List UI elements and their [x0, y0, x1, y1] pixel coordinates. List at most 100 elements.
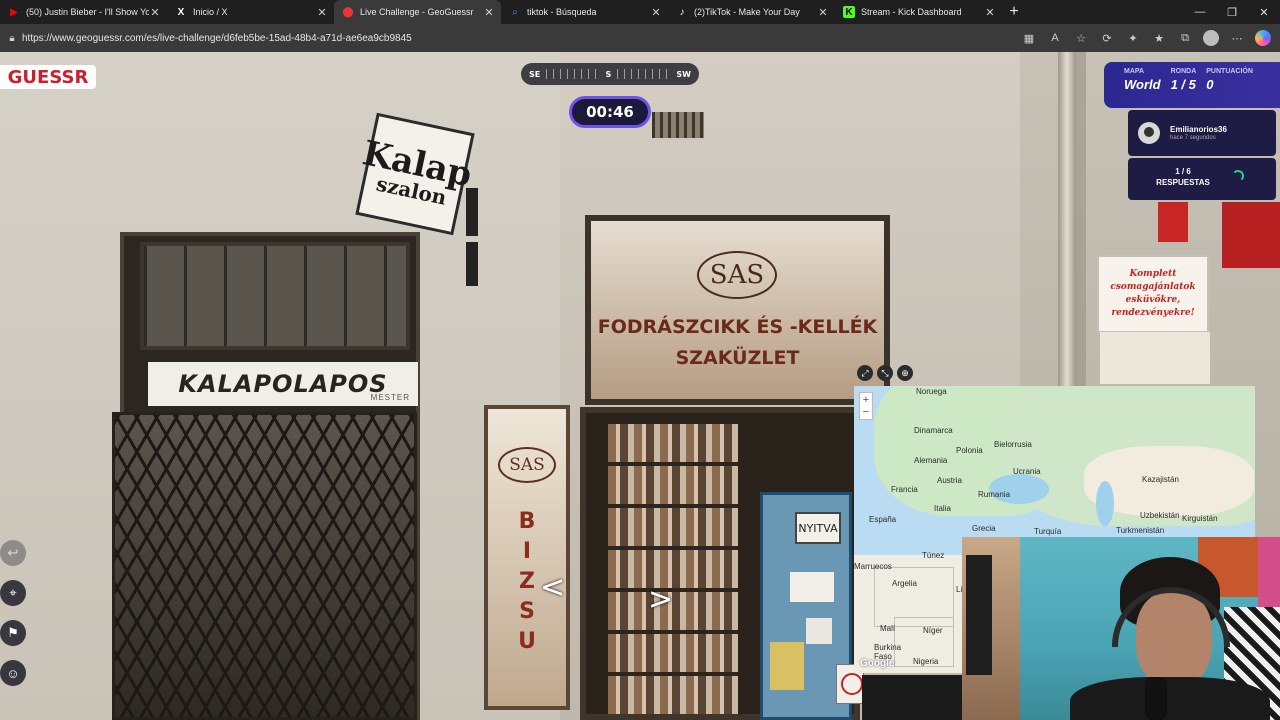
zoom-out-icon[interactable]: −	[863, 406, 869, 418]
compass-center: S	[605, 69, 612, 79]
tab-geoguessr[interactable]: ⬤ Live Challenge - GeoGuessr ✕	[334, 0, 501, 24]
hud-score-label: PUNTUACIÓN	[1206, 68, 1253, 75]
poster-photo	[1100, 332, 1210, 384]
red-sign	[1158, 202, 1188, 242]
copilot-icon[interactable]	[1255, 30, 1271, 46]
hud-round: RONDA 1 / 5	[1171, 68, 1197, 108]
tab-kick[interactable]: K Stream - Kick Dashboard ✕	[835, 0, 1002, 24]
red-sign	[1222, 202, 1280, 268]
map-label: Polonia	[956, 446, 983, 455]
map-zoom-control[interactable]: + −	[859, 392, 873, 420]
address-bar-actions: ▦ A ☆ ⟳ ✦ ★ ⧉ ⋯	[1018, 28, 1274, 48]
move-left-arrow-icon[interactable]: <	[540, 570, 565, 605]
map-label: Nigeria	[913, 657, 939, 666]
compass-ticks	[546, 69, 600, 79]
map-label: España	[869, 515, 897, 524]
shrink-map-icon[interactable]: ⤡	[877, 365, 893, 381]
close-icon[interactable]: ✕	[316, 6, 328, 19]
read-aloud-icon[interactable]: A	[1044, 28, 1066, 48]
sas-sign-line2: SZAKÜZLET	[675, 347, 800, 369]
undo-move-icon[interactable]: ↩	[0, 540, 26, 566]
sign-bracket	[466, 242, 478, 286]
hud-map: MAPA World	[1124, 68, 1161, 108]
tab-youtube[interactable]: ▶ (50) Justin Bieber - I'll Show You ✕	[0, 0, 167, 24]
wall-vent	[652, 112, 704, 138]
kalapos-text: KALAPOLAPOS	[178, 370, 388, 398]
site-info-icon[interactable]: 🔒︎	[2, 33, 22, 44]
map-label: Túnez	[922, 551, 945, 560]
sign-bracket	[466, 188, 478, 236]
zoom-in-icon[interactable]: +	[863, 394, 869, 406]
bizsu-logo: SAS	[498, 447, 556, 483]
profile-avatar[interactable]	[1203, 30, 1219, 46]
close-window-icon[interactable]: ✕	[1248, 0, 1280, 24]
display-shelves	[608, 424, 738, 714]
close-icon[interactable]: ✕	[149, 6, 161, 19]
sas-sign-line1: FODRÁSZCIKK ÉS -KELLÉK	[597, 316, 878, 338]
map-label: Kazajistán	[1142, 475, 1179, 484]
geoguessr-logo[interactable]: GUESSR	[0, 65, 96, 89]
app-available-icon[interactable]: ▦	[1018, 28, 1040, 48]
hud-map-label: MAPA	[1124, 68, 1145, 75]
close-icon[interactable]: ✕	[650, 6, 662, 19]
close-icon[interactable]: ✕	[483, 6, 495, 19]
player-entry: Emilianorios36 hace 7 segundos	[1128, 110, 1276, 156]
pin-map-icon[interactable]: ⊕	[897, 365, 913, 381]
search-icon: ⌕	[512, 6, 518, 18]
map-label: Grecia	[972, 524, 996, 533]
game-status-hud: MAPA World RONDA 1 / 5 PUNTUACIÓN 0	[1104, 62, 1280, 108]
answers-count: 1 / 6	[1175, 167, 1191, 176]
map-sea	[1096, 481, 1114, 526]
map-label: Francia	[891, 485, 918, 494]
map-label: Uzbekistán	[1140, 511, 1180, 520]
hat-shop-sign: Kalap szalon	[355, 112, 475, 236]
wedding-poster: Komplett csomagajánlatok esküvőkre, rend…	[1097, 255, 1209, 333]
tab-tiktok-search[interactable]: ⌕ tiktok - Búsqueda ✕	[501, 0, 668, 24]
tab-x[interactable]: X Inicio / X ✕	[167, 0, 334, 24]
x-icon: X	[177, 6, 185, 18]
bizsu-sign: SAS B I Z S U	[484, 405, 570, 710]
webcam-background-door	[966, 555, 992, 675]
url-field[interactable]: https://www.geoguessr.com/es/live-challe…	[22, 33, 1018, 44]
guess-map-lower[interactable]: Túnez Marruecos Li Argelia Malí Níger Bu…	[854, 537, 962, 673]
mester-text: MESTER	[370, 393, 410, 402]
expand-map-icon[interactable]: ⤢	[857, 365, 873, 381]
tab-title: (2)TikTok - Make Your Day	[694, 7, 800, 17]
minimize-icon[interactable]: —	[1184, 0, 1216, 24]
favorite-star-icon[interactable]: ☆	[1070, 28, 1092, 48]
extensions-icon[interactable]: ✦	[1122, 28, 1144, 48]
security-grille	[112, 412, 417, 720]
geoguessr-icon: ⬤	[342, 6, 354, 18]
hud-round-label: RONDA	[1170, 68, 1197, 75]
player-time: hace 7 segundos	[1170, 135, 1216, 141]
tab-title: Stream - Kick Dashboard	[861, 7, 962, 17]
emote-icon[interactable]: ☺	[0, 660, 26, 686]
answers-label: RESPUESTAS	[1156, 178, 1210, 187]
return-to-start-pin-icon[interactable]: ⌖	[0, 580, 26, 606]
close-icon[interactable]: ✕	[817, 6, 829, 19]
move-right-arrow-icon[interactable]: >	[648, 582, 673, 617]
new-tab-button[interactable]: +	[1002, 0, 1026, 24]
guess-map[interactable]: + − Noruega Dinamarca Bielorrusia Poloni…	[854, 386, 1255, 537]
map-label: Níger	[923, 626, 943, 635]
favorites-icon[interactable]: ★	[1148, 28, 1170, 48]
google-watermark: Google	[860, 658, 895, 669]
more-menu-icon[interactable]: ⋯	[1226, 28, 1248, 48]
flag-checkpoint-icon[interactable]: ⚑	[0, 620, 26, 646]
tab-tiktok[interactable]: ♪ (2)TikTok - Make Your Day ✕	[668, 0, 835, 24]
refresh-extension-icon[interactable]: ⟳	[1096, 28, 1118, 48]
player-name: Emilianorios36	[1170, 125, 1227, 134]
window-controls: — ❐ ✕	[1184, 0, 1280, 24]
youtube-icon: ▶	[10, 6, 18, 18]
collections-icon[interactable]: ⧉	[1174, 28, 1196, 48]
open-sign: NYITVA	[795, 512, 841, 544]
hud-score-value: 0	[1206, 77, 1214, 92]
streamer-webcam	[962, 537, 1280, 720]
loading-spinner-icon	[1232, 170, 1244, 182]
door-notice	[790, 572, 834, 602]
map-label: Malí	[880, 624, 896, 633]
close-icon[interactable]: ✕	[984, 6, 996, 19]
hud-map-value: World	[1124, 77, 1161, 92]
map-label: Austria	[937, 476, 962, 485]
maximize-icon[interactable]: ❐	[1216, 0, 1248, 24]
